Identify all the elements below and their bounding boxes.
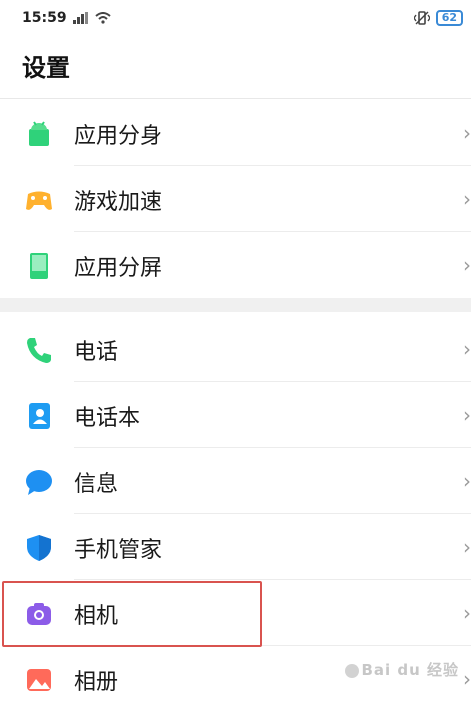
settings-item-label: 应用分屏	[74, 256, 163, 281]
android-icon	[29, 121, 49, 146]
chevron-right-icon: ›	[463, 121, 471, 145]
chevron-right-icon: ›	[463, 535, 471, 559]
divider	[0, 98, 471, 99]
settings-item-app-clone[interactable]: 应用分身 ›	[0, 100, 471, 166]
settings-item-split-screen[interactable]: 应用分屏 ›	[0, 232, 471, 298]
watermark: Bai du 经验	[343, 659, 459, 680]
settings-item-phone[interactable]: 电话 ›	[0, 316, 471, 382]
chevron-right-icon: ›	[463, 667, 471, 691]
settings-item-label: 电话本	[74, 406, 141, 431]
chevron-right-icon: ›	[463, 337, 471, 361]
section-gap	[0, 298, 471, 312]
gamepad-icon	[26, 191, 52, 210]
settings-item-label: 电话	[74, 340, 119, 365]
wifi-icon	[94, 12, 111, 24]
baidu-paw-icon	[345, 663, 360, 678]
settings-item-label: 相册	[74, 670, 119, 695]
signal-icon	[72, 12, 88, 24]
status-time: 15:59	[22, 10, 67, 26]
split-screen-icon	[30, 253, 48, 279]
settings-item-contacts[interactable]: 电话本 ›	[0, 382, 471, 448]
battery-indicator: 62	[435, 10, 463, 26]
settings-item-label: 应用分身	[74, 124, 163, 149]
gallery-icon	[27, 669, 51, 691]
page-title: 设置	[22, 54, 70, 82]
status-bar: 15:59 62	[0, 0, 471, 36]
status-left: 15:59	[22, 10, 111, 26]
settings-group-2: 电话 › 电话本 › 信息 › 手机管家 › 相机 › 相册 ›	[0, 316, 471, 712]
chevron-right-icon: ›	[463, 601, 471, 625]
contacts-icon	[29, 403, 50, 429]
chevron-right-icon: ›	[463, 403, 471, 427]
shield-icon	[27, 535, 51, 561]
chevron-right-icon: ›	[463, 187, 471, 211]
settings-item-label: 手机管家	[74, 538, 163, 563]
phone-icon	[27, 338, 51, 363]
chevron-right-icon: ›	[463, 253, 471, 277]
settings-item-game-boost[interactable]: 游戏加速 ›	[0, 166, 471, 232]
settings-item-messages[interactable]: 信息 ›	[0, 448, 471, 514]
status-right: 62	[413, 10, 463, 26]
watermark-text: Bai du 经验	[361, 661, 459, 679]
message-icon	[26, 470, 52, 495]
vibrate-icon	[413, 11, 430, 25]
settings-item-label: 游戏加速	[74, 190, 163, 215]
settings-group-1: 应用分身 › 游戏加速 › 应用分屏 ›	[0, 100, 471, 298]
settings-item-label: 信息	[74, 472, 119, 497]
settings-item-phone-manager[interactable]: 手机管家 ›	[0, 514, 471, 580]
chevron-right-icon: ›	[463, 469, 471, 493]
highlight-box	[2, 581, 262, 647]
